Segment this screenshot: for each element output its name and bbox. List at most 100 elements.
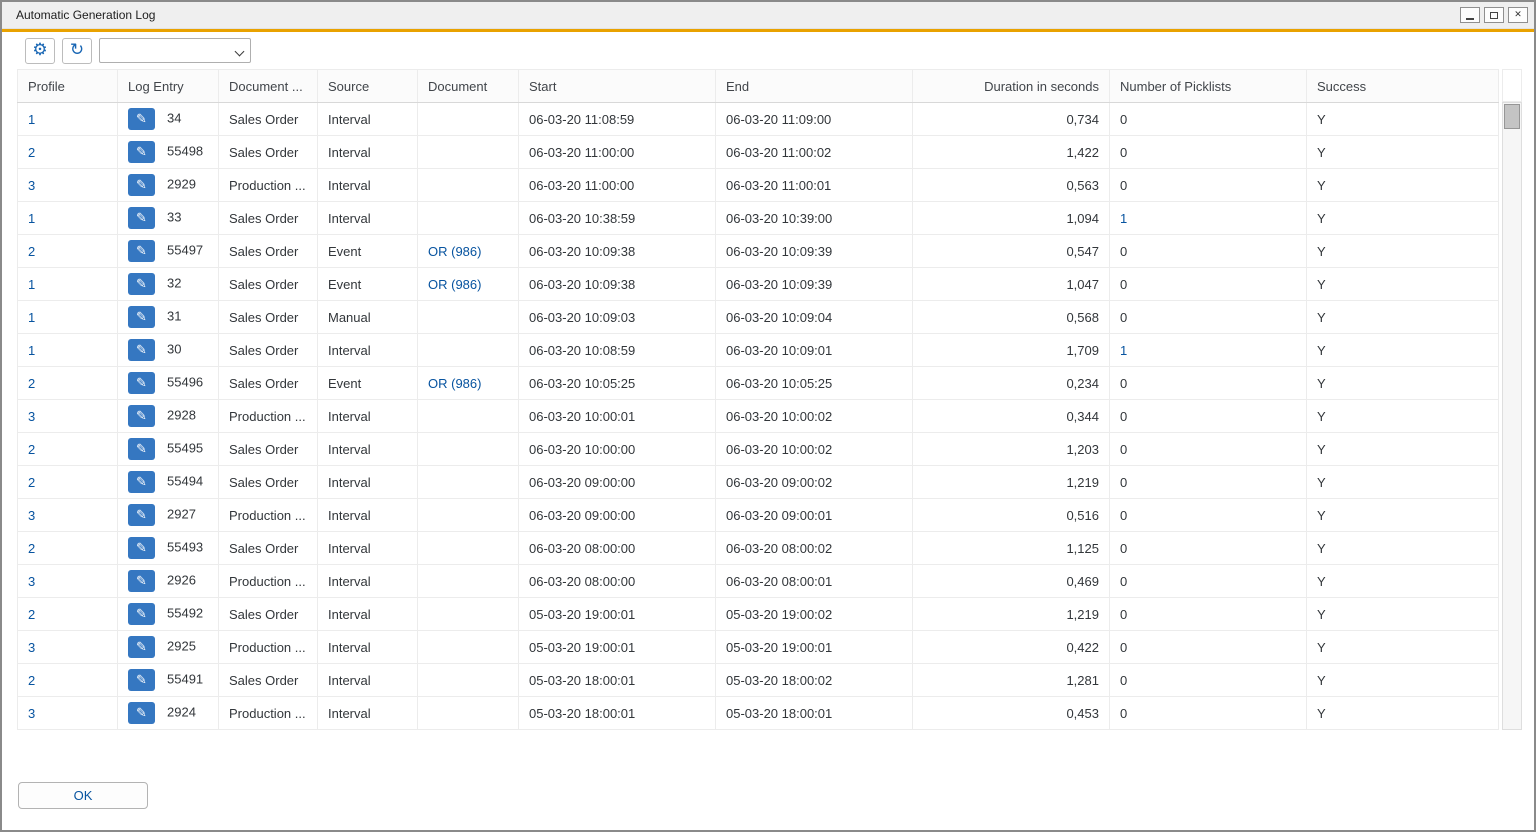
start-cell: 06-03-20 11:08:59: [519, 103, 716, 136]
profile-cell: 2: [18, 466, 118, 499]
profile-link[interactable]: 2: [28, 442, 35, 457]
start-cell: 06-03-20 11:00:00: [519, 136, 716, 169]
ok-button[interactable]: OK: [18, 782, 148, 809]
column-header-start[interactable]: Start: [519, 70, 716, 103]
profile-link[interactable]: 1: [28, 343, 35, 358]
picklists-cell: 0: [1110, 103, 1307, 136]
column-header-success[interactable]: Success: [1307, 70, 1499, 103]
profile-link[interactable]: 3: [28, 178, 35, 193]
close-button[interactable]: ✕: [1508, 7, 1528, 23]
edit-log-entry-button[interactable]: ✎: [128, 339, 155, 361]
profile-cell: 2: [18, 664, 118, 697]
start-cell: 06-03-20 08:00:00: [519, 565, 716, 598]
source-cell: Interval: [318, 532, 418, 565]
duration-cell: 1,219: [913, 598, 1110, 631]
source-cell: Interval: [318, 169, 418, 202]
minimize-button[interactable]: [1460, 7, 1480, 23]
edit-log-entry-button[interactable]: ✎: [128, 702, 155, 724]
column-header-picklists[interactable]: Number of Picklists: [1110, 70, 1307, 103]
document-type-cell: Sales Order: [219, 664, 318, 697]
document-link[interactable]: OR (986): [428, 277, 481, 292]
edit-log-entry-button[interactable]: ✎: [128, 570, 155, 592]
profile-link[interactable]: 3: [28, 574, 35, 589]
profile-link[interactable]: 2: [28, 607, 35, 622]
source-cell: Interval: [318, 433, 418, 466]
table-row: 2 ✎55497 Sales Order Event OR (986) 06-0…: [18, 235, 1499, 268]
edit-log-entry-button[interactable]: ✎: [128, 405, 155, 427]
profile-link[interactable]: 1: [28, 310, 35, 325]
document-type-cell: Sales Order: [219, 334, 318, 367]
edit-log-entry-button[interactable]: ✎: [128, 603, 155, 625]
source-cell: Interval: [318, 697, 418, 730]
log-entry-number: 31: [167, 308, 181, 323]
edit-log-entry-button[interactable]: ✎: [128, 108, 155, 130]
refresh-button[interactable]: ↻: [62, 38, 92, 64]
profile-link[interactable]: 3: [28, 706, 35, 721]
column-header-log_entry[interactable]: Log Entry: [118, 70, 219, 103]
success-cell: Y: [1307, 499, 1499, 532]
column-header-document[interactable]: Document: [418, 70, 519, 103]
profile-link[interactable]: 3: [28, 640, 35, 655]
column-header-duration[interactable]: Duration in seconds: [913, 70, 1110, 103]
picklists-value[interactable]: 1: [1120, 211, 1127, 226]
edit-log-entry-button[interactable]: ✎: [128, 504, 155, 526]
table-row: 3 ✎2924 Production ... Interval 05-03-20…: [18, 697, 1499, 730]
edit-log-entry-button[interactable]: ✎: [128, 438, 155, 460]
document-link[interactable]: OR (986): [428, 244, 481, 259]
profile-link[interactable]: 3: [28, 409, 35, 424]
document-link[interactable]: OR (986): [428, 376, 481, 391]
picklists-value: 0: [1120, 607, 1127, 622]
profile-link[interactable]: 2: [28, 673, 35, 688]
edit-log-entry-button[interactable]: ✎: [128, 174, 155, 196]
edit-log-entry-button[interactable]: ✎: [128, 207, 155, 229]
profile-link[interactable]: 2: [28, 145, 35, 160]
edit-log-entry-button[interactable]: ✎: [128, 537, 155, 559]
profile-link[interactable]: 1: [28, 277, 35, 292]
document-cell: [418, 697, 519, 730]
success-cell: Y: [1307, 697, 1499, 730]
column-header-doc_type[interactable]: Document ...: [219, 70, 318, 103]
start-cell: 05-03-20 19:00:01: [519, 631, 716, 664]
document-cell: [418, 301, 519, 334]
settings-button[interactable]: ⚙: [25, 38, 55, 64]
profile-link[interactable]: 2: [28, 475, 35, 490]
picklists-cell: 0: [1110, 565, 1307, 598]
end-cell: 05-03-20 19:00:02: [716, 598, 913, 631]
edit-log-entry-button[interactable]: ✎: [128, 471, 155, 493]
edit-log-entry-button[interactable]: ✎: [128, 306, 155, 328]
edit-log-entry-button[interactable]: ✎: [128, 372, 155, 394]
edit-log-entry-button[interactable]: ✎: [128, 636, 155, 658]
document-cell: [418, 664, 519, 697]
window-titlebar[interactable]: Automatic Generation Log ✕: [2, 2, 1534, 29]
edit-log-entry-button[interactable]: ✎: [128, 669, 155, 691]
filter-dropdown[interactable]: [99, 38, 251, 63]
source-cell: Interval: [318, 499, 418, 532]
edit-log-entry-button[interactable]: ✎: [128, 273, 155, 295]
picklists-value: 0: [1120, 112, 1127, 127]
profile-link[interactable]: 1: [28, 112, 35, 127]
success-cell: Y: [1307, 301, 1499, 334]
document-cell: [418, 202, 519, 235]
profile-cell: 3: [18, 169, 118, 202]
picklists-value[interactable]: 1: [1120, 343, 1127, 358]
profile-link[interactable]: 1: [28, 211, 35, 226]
log-entry-number: 33: [167, 209, 181, 224]
profile-link[interactable]: 2: [28, 376, 35, 391]
picklists-cell: 0: [1110, 499, 1307, 532]
profile-link[interactable]: 3: [28, 508, 35, 523]
profile-link[interactable]: 2: [28, 244, 35, 259]
column-header-end[interactable]: End: [716, 70, 913, 103]
log-entry-cell: ✎55498: [118, 136, 219, 169]
log-entry-cell: ✎55493: [118, 532, 219, 565]
profile-link[interactable]: 2: [28, 541, 35, 556]
vertical-scrollbar[interactable]: [1502, 102, 1522, 730]
column-header-source[interactable]: Source: [318, 70, 418, 103]
edit-log-entry-button[interactable]: ✎: [128, 240, 155, 262]
table-row: 2 ✎55498 Sales Order Interval 06-03-20 1…: [18, 136, 1499, 169]
maximize-button[interactable]: [1484, 7, 1504, 23]
picklists-cell: 0: [1110, 169, 1307, 202]
picklists-value: 0: [1120, 376, 1127, 391]
edit-log-entry-button[interactable]: ✎: [128, 141, 155, 163]
column-header-profile[interactable]: Profile: [18, 70, 118, 103]
vertical-scrollbar-thumb[interactable]: [1504, 104, 1520, 129]
